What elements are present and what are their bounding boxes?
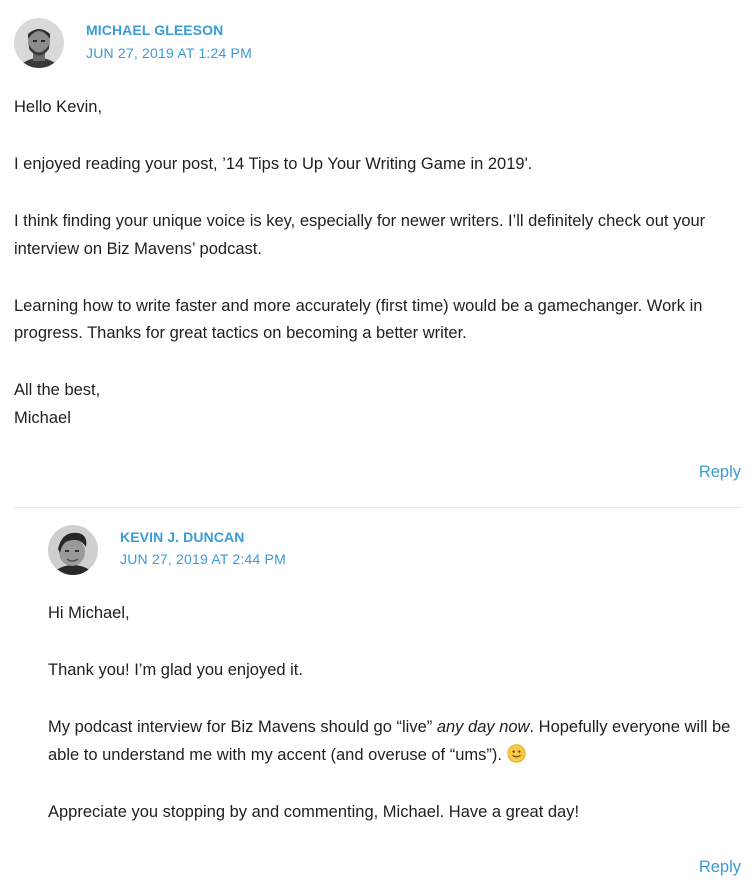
- comment-body: Hi Michael, Thank you! I’m glad you enjo…: [48, 600, 738, 856]
- comment-paragraph: Thank you! I’m glad you enjoyed it.: [48, 661, 303, 679]
- reply-button[interactable]: Reply: [699, 463, 741, 482]
- comment-paragraph: Learning how to write faster and more ac…: [14, 296, 703, 343]
- comment-paragraph: I enjoyed reading your post, ’14 Tips to…: [14, 155, 533, 173]
- avatar[interactable]: [48, 525, 98, 575]
- comment-divider: [14, 507, 741, 508]
- comment-author[interactable]: MICHAEL GLEESON: [86, 22, 223, 38]
- comment-paragraph: Appreciate you stopping by and commentin…: [48, 802, 580, 821]
- comment-author[interactable]: KEVIN J. DUNCAN: [120, 529, 244, 545]
- signoff-line: All the best,: [14, 381, 101, 399]
- comment-paragraph: Hi Michael,: [48, 604, 130, 622]
- emphasized-text: any day now: [436, 718, 530, 736]
- comment-paragraph: Hello Kevin,: [14, 98, 103, 116]
- comment-date[interactable]: JUN 27, 2019 AT 1:24 PM: [86, 45, 252, 61]
- comment-paragraph: I think finding your unique voice is key…: [14, 212, 706, 258]
- comment-signoff: All the best, Michael: [14, 377, 739, 432]
- avatar[interactable]: [14, 18, 64, 68]
- avatar-image: [48, 525, 98, 575]
- slightly-smiling-face-icon: [506, 743, 526, 763]
- comment-paragraph: My podcast interview for Biz Mavens shou…: [48, 714, 738, 769]
- comment-date[interactable]: JUN 27, 2019 AT 2:44 PM: [120, 551, 286, 567]
- reply-button[interactable]: Reply: [699, 858, 741, 877]
- signoff-name: Michael: [14, 408, 71, 427]
- comment-body: Hello Kevin, I enjoyed reading your post…: [14, 94, 739, 462]
- avatar-image: [14, 18, 64, 68]
- paragraph-text: My podcast interview for Biz Mavens shou…: [48, 718, 437, 736]
